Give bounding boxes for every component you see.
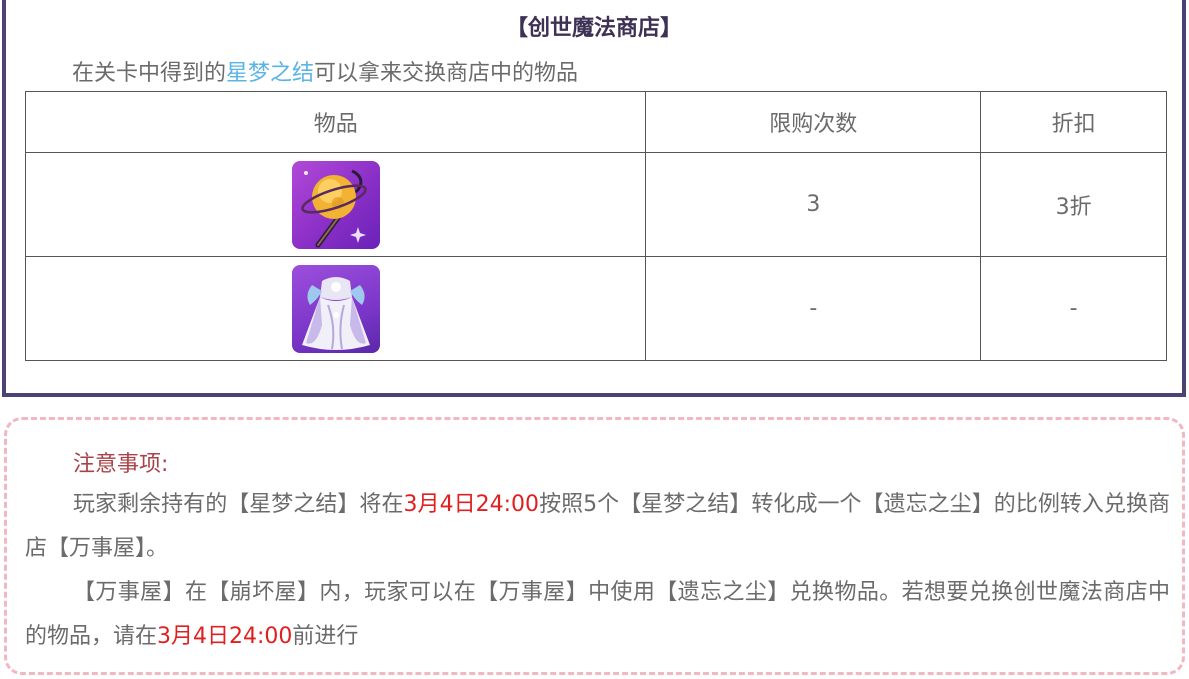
- limit-cell: -: [645, 256, 982, 361]
- notice-p2-date: 3月4日24:00: [157, 624, 293, 649]
- header-discount: 折扣: [980, 91, 1167, 153]
- intro-prefix: 在关卡中得到的: [72, 61, 227, 86]
- intro-highlight: 星梦之结: [226, 61, 315, 86]
- discount-cell: -: [980, 256, 1167, 361]
- table-row: - -: [24, 256, 1167, 361]
- notice-box: 注意事项: 玩家剩余持有的【星梦之结】将在3月4日24:00按照5个【星梦之结】…: [4, 417, 1185, 675]
- header-item: 物品: [24, 91, 647, 153]
- notice-paragraph-conversion: 玩家剩余持有的【星梦之结】将在3月4日24:00按照5个【星梦之结】转化成一个【…: [25, 483, 1170, 571]
- table-row: 3 3折: [24, 152, 1167, 257]
- limit-cell: 3: [645, 152, 982, 257]
- intro-suffix: 可以拿来交换商店中的物品: [314, 61, 579, 86]
- notice-paragraph-exchange: 【万事屋】在【崩坏屋】内，玩家可以在【万事屋】中使用【遗忘之尘】兑换物品。若想要…: [25, 571, 1170, 659]
- shop-panel: 【创世魔法商店】 在关卡中得到的星梦之结可以拿来交换商店中的物品 物品 限购次数…: [2, 0, 1186, 397]
- notice-p1-text-a: 玩家剩余持有的【星梦之结】将在: [73, 492, 404, 517]
- header-limit: 限购次数: [645, 91, 982, 153]
- lavender-dress-icon: [291, 264, 380, 353]
- shop-intro: 在关卡中得到的星梦之结可以拿来交换商店中的物品: [72, 55, 578, 87]
- golden-orb-staff-icon: [291, 160, 380, 249]
- discount-cell: 3折: [980, 152, 1167, 257]
- shop-table: 物品 限购次数 折扣 3 3折 - -: [24, 91, 1167, 361]
- item-cell: [24, 152, 647, 257]
- shop-title: 【创世魔法商店】: [505, 16, 682, 41]
- table-header-row: 物品 限购次数 折扣: [24, 91, 1167, 153]
- notice-p2-text-b: 前进行: [292, 624, 359, 649]
- notice-p1-date: 3月4日24:00: [403, 492, 540, 517]
- item-cell: [24, 256, 647, 361]
- notice-title: 注意事项:: [73, 452, 169, 477]
